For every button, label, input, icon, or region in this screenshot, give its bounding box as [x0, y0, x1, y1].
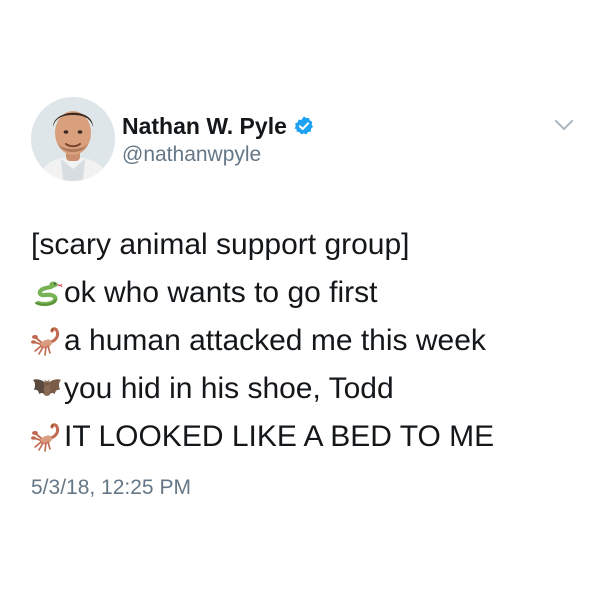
tweet-card: Nathan W. Pyle @nathanwpyle [scary anima… — [0, 0, 600, 600]
tweet-line-text: IT LOOKED LIKE A BED TO ME — [64, 420, 495, 453]
tweet-line: IT LOOKED LIKE A BED TO ME — [31, 413, 581, 461]
snake-icon — [31, 277, 63, 309]
tweet-line: a human attacked me this week — [31, 317, 581, 365]
bat-icon — [31, 373, 63, 405]
scorpion-icon — [31, 325, 63, 357]
tweet-line: [scary animal support group] — [31, 221, 581, 269]
tweet-timestamp[interactable]: 5/3/18, 12:25 PM — [31, 476, 191, 500]
tweet-text: [scary animal support group] ok who want… — [31, 221, 581, 461]
tweet-line-text: ok who wants to go first — [64, 276, 378, 309]
author-handle[interactable]: @nathanwpyle — [122, 143, 261, 167]
chevron-down-icon[interactable] — [553, 114, 575, 136]
tweet-line-text: [scary animal support group] — [31, 228, 410, 261]
avatar[interactable] — [31, 97, 115, 181]
tweet-line: ok who wants to go first — [31, 269, 581, 317]
tweet-line-text: a human attacked me this week — [64, 324, 486, 357]
scorpion-icon — [31, 421, 63, 453]
author-name-row: Nathan W. Pyle — [122, 111, 315, 141]
tweet-line-text: you hid in his shoe, Todd — [64, 372, 394, 405]
author-display-name[interactable]: Nathan W. Pyle — [122, 113, 287, 140]
verified-badge-icon — [293, 115, 315, 137]
tweet-line: you hid in his shoe, Todd — [31, 365, 581, 413]
